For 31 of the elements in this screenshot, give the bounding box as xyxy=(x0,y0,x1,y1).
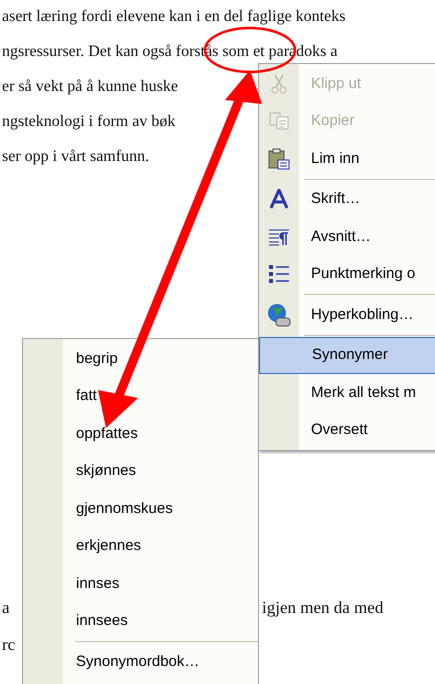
bullet-list-icon xyxy=(268,264,290,284)
menu-item[interactable]: Avsnitt… xyxy=(259,218,435,256)
menu-item[interactable]: gjennomskues xyxy=(76,498,173,520)
menu-item[interactable]: innsees xyxy=(76,610,128,632)
menu-item[interactable]: Merk all tekst m xyxy=(259,374,435,412)
paragraph-icon xyxy=(268,228,290,246)
document-text-line: er så vekt på å kunne huske xyxy=(2,77,178,97)
menu-item[interactable]: skjønnes xyxy=(76,460,136,482)
menu-item[interactable]: Synonymordbok… xyxy=(76,650,200,673)
menu-item[interactable]: oppfattes xyxy=(76,422,138,445)
menu-item[interactable]: Synonymer xyxy=(259,336,435,374)
menu-item[interactable]: erkjennes xyxy=(76,535,142,558)
globe-link-icon xyxy=(267,302,291,327)
menu-item[interactable]: begrip xyxy=(76,348,118,370)
document-text-fragment: rc xyxy=(2,635,16,655)
menu-item[interactable]: Punktmerking o xyxy=(259,256,435,293)
letter-a-icon xyxy=(269,189,289,210)
menu-item[interactable]: Skrift… xyxy=(259,180,435,218)
menu-item[interactable]: Oversett xyxy=(259,412,435,449)
document-text-fragment: igjen men da med xyxy=(262,598,384,618)
document-text-line: ser opp i vårt samfunn. xyxy=(2,147,150,167)
menu-item[interactable]: fatt xyxy=(76,385,97,408)
document-text-fragment: a xyxy=(2,598,11,618)
menu-item[interactable]: Hyperkobling… xyxy=(259,296,435,334)
menu-item[interactable]: Lim inn xyxy=(259,140,435,178)
copy-icon xyxy=(269,112,289,130)
document-text-line: asert læring fordi elevene kan i en del faglige konteks xyxy=(2,7,346,27)
document-text-line: ngsteknologi i form av bøk xyxy=(2,112,176,132)
menu-item[interactable]: innses xyxy=(76,572,120,595)
scissors-icon xyxy=(270,74,288,94)
clipboard-icon xyxy=(268,148,290,170)
